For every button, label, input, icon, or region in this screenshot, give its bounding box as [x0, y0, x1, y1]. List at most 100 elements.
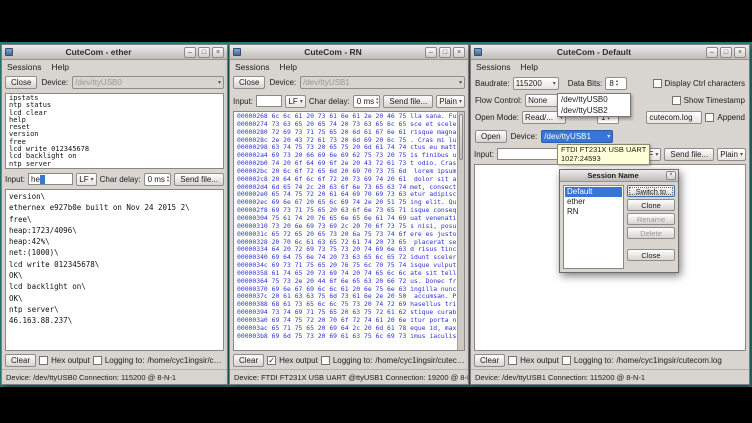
window-cutecom-ether: CuteCom - ether – □ × Sessions Help Clos… [1, 44, 228, 385]
input-label: Input: [474, 150, 494, 159]
hex-output-label: Hex output [51, 356, 90, 365]
display-mode-combo[interactable]: Plain ▾ [717, 148, 746, 161]
input-field[interactable]: he [28, 173, 73, 185]
display-ctrl-checkbox[interactable] [653, 79, 662, 88]
device-label: Device: [41, 78, 68, 87]
close-icon[interactable]: × [666, 171, 676, 180]
hex-output-checkbox[interactable] [508, 356, 517, 365]
send-file-button[interactable]: Send file... [174, 173, 224, 186]
dialog-buttons: Switch to Clone Rename Delete Close [627, 185, 675, 269]
spin-down-icon[interactable]: ▾ [376, 101, 378, 105]
show-timestamp-label: Show Timestamp [684, 96, 745, 105]
app-icon [5, 48, 13, 56]
tooltip-line-2: 1027:24593 [561, 155, 646, 164]
maximize-icon[interactable]: □ [720, 47, 732, 58]
input-field[interactable] [256, 95, 282, 107]
maximize-icon[interactable]: □ [439, 47, 451, 58]
chevron-down-icon: ▾ [218, 79, 221, 86]
titlebar[interactable]: CuteCom - ether – □ × [2, 45, 227, 60]
session-item-ether[interactable]: ether [565, 197, 622, 207]
menu-sessions[interactable]: Sessions [7, 62, 42, 72]
device-option-usb2[interactable]: /dev/ttyUSB2 [558, 105, 630, 116]
output-area[interactable]: version\ ethernex e927b0e built on Nov 2… [5, 189, 224, 351]
close-icon[interactable]: × [212, 47, 224, 58]
session-toolbar: Close Device: /dev/ttyUSB0 ▾ [2, 73, 227, 92]
device-combo[interactable]: /dev/ttyUSB0 ▾ [72, 76, 224, 89]
line-end-combo[interactable]: LF ▾ [76, 173, 96, 186]
append-label: Append [717, 113, 745, 122]
command-history-text: ipstats ntp status lcd clear help reset … [6, 94, 223, 169]
char-delay-spinner[interactable]: 0 ms ▴▾ [144, 173, 172, 186]
spin-down-icon[interactable]: ▾ [616, 83, 618, 87]
hex-output-area[interactable]: 00000268 6c 6c 61 20 73 61 6e 61 2e 20 4… [233, 111, 465, 351]
session-dialog: Session Name × Default ether RN Switch t… [559, 169, 679, 273]
chevron-down-icon: ▾ [300, 98, 303, 105]
close-session-button[interactable]: Close [5, 76, 37, 89]
device-combo[interactable]: /dev/ttyUSB1 ▾ [541, 130, 613, 143]
char-delay-spinner[interactable]: 0 ms ▴▾ [353, 95, 381, 108]
log-file-field[interactable]: cutecom.log [646, 111, 702, 124]
hex-output-checkbox[interactable]: ✓ [267, 356, 276, 365]
send-file-button[interactable]: Send file... [383, 95, 433, 108]
input-label: Input: [5, 175, 25, 184]
append-checkbox[interactable] [705, 113, 714, 122]
line-end-combo[interactable]: LF ▾ [285, 95, 305, 108]
maximize-icon[interactable]: □ [198, 47, 210, 58]
logging-label: Logging to: [574, 356, 614, 365]
app-icon [474, 48, 482, 56]
hex-output-checkbox[interactable] [39, 356, 48, 365]
logging-checkbox[interactable] [321, 356, 330, 365]
session-item-rn[interactable]: RN [565, 207, 622, 217]
menubar: Sessions Help [230, 60, 468, 73]
minimize-icon[interactable]: – [706, 47, 718, 58]
combo-value: /dev/ttyUSB1 [303, 78, 350, 87]
device-combo[interactable]: /dev/ttyUSB1 ▾ [300, 76, 465, 89]
input-row: Input: LF ▾ Char delay: 0 ms ▴▾ Send fil… [230, 92, 468, 110]
dialog-title: Session Name [562, 171, 664, 180]
logging-checkbox[interactable] [93, 356, 102, 365]
minimize-icon[interactable]: – [184, 47, 196, 58]
spin-down-icon[interactable]: ▾ [167, 179, 169, 183]
databits-spinner[interactable]: 8 ▴▾ [605, 77, 627, 90]
close-session-button[interactable]: Close [233, 76, 265, 89]
clear-button[interactable]: Clear [233, 354, 264, 367]
menu-help[interactable]: Help [280, 62, 297, 72]
combo-value: Plain [720, 150, 738, 159]
spin-value: 0 ms [148, 175, 165, 184]
titlebar[interactable]: CuteCom - RN – □ × [230, 45, 468, 60]
show-timestamp-checkbox[interactable] [672, 96, 681, 105]
scrollbar-thumb[interactable] [459, 114, 463, 160]
close-button[interactable]: Close [627, 249, 675, 261]
combo-value: LF [79, 175, 88, 184]
dialog-body: Default ether RN Switch to Clone Rename … [560, 182, 678, 272]
rename-button[interactable]: Rename [627, 213, 675, 225]
spin-down-icon[interactable]: ▾ [607, 117, 609, 121]
chevron-down-icon: ▾ [740, 151, 743, 158]
status-bar: Device: /dev/ttyUSB0 Connection: 115200 … [2, 369, 227, 384]
session-item-default[interactable]: Default [565, 187, 622, 197]
clear-button[interactable]: Clear [5, 354, 36, 367]
device-option-usb0[interactable]: /dev/ttyUSB0 [558, 94, 630, 105]
menu-sessions[interactable]: Sessions [476, 62, 511, 72]
baudrate-combo[interactable]: 115200 ▾ [513, 77, 559, 90]
logging-checkbox[interactable] [562, 356, 571, 365]
dialog-titlebar[interactable]: Session Name × [560, 170, 678, 182]
menu-sessions[interactable]: Sessions [235, 62, 270, 72]
send-file-button[interactable]: Send file... [664, 148, 714, 161]
display-mode-combo[interactable]: Plain ▾ [436, 95, 465, 108]
clone-button[interactable]: Clone [627, 199, 675, 211]
clear-button[interactable]: Clear [474, 354, 505, 367]
device-label: Device: [511, 132, 538, 141]
vertical-scrollbar[interactable] [457, 112, 464, 350]
open-button[interactable]: Open [475, 130, 507, 143]
close-icon[interactable]: × [453, 47, 465, 58]
status-bar: Device: /dev/ttyUSB1 Connection: 115200 … [471, 369, 749, 384]
command-history-area[interactable]: ipstats ntp status lcd clear help reset … [5, 93, 224, 169]
titlebar[interactable]: CuteCom - Default – □ × [471, 45, 749, 60]
menu-help[interactable]: Help [52, 62, 69, 72]
close-icon[interactable]: × [734, 47, 746, 58]
menu-help[interactable]: Help [521, 62, 538, 72]
switch-to-button[interactable]: Switch to [627, 185, 675, 197]
minimize-icon[interactable]: – [425, 47, 437, 58]
delete-button[interactable]: Delete [627, 227, 675, 239]
